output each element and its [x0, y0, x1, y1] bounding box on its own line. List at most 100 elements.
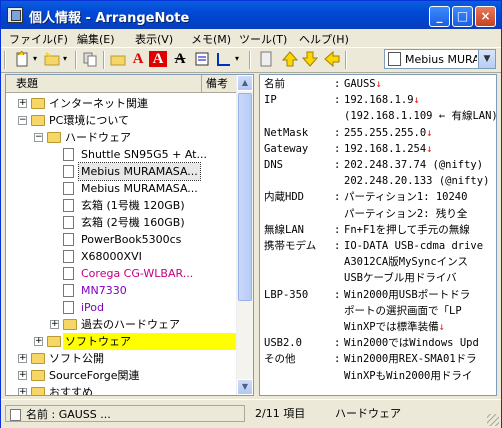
- menu-memo[interactable]: メモ(M): [191, 31, 231, 47]
- note-icon: [388, 52, 401, 66]
- detail-key: USB2.0: [264, 337, 302, 350]
- detail-value-text: Win2000ではWindows Upd: [344, 337, 479, 350]
- page-icon[interactable]: [257, 51, 275, 67]
- copy-icon[interactable]: [81, 51, 99, 67]
- down-arrow-icon[interactable]: [301, 51, 319, 67]
- folder-icon: [31, 98, 45, 109]
- title-bar[interactable]: 個人情報 - ArrangeNote _ □ ×: [1, 1, 501, 29]
- detail-key: その他: [264, 353, 296, 366]
- scroll-thumb[interactable]: [238, 93, 252, 301]
- menu-bar: ファイル(F) 編集(E) 表示(V) メモ(M) ツール(T) ヘルプ(H): [1, 29, 501, 47]
- expand-icon[interactable]: +: [18, 99, 27, 108]
- tree-item[interactable]: MN7330: [6, 282, 239, 299]
- scroll-down-button[interactable]: ▼: [237, 379, 253, 395]
- detail-row: 名前: GAUSS↓: [264, 77, 496, 92]
- strikethrough-icon[interactable]: A: [171, 51, 189, 67]
- menu-help[interactable]: ヘルプ(H): [299, 31, 349, 47]
- tree-item[interactable]: + ソフト公開: [6, 350, 239, 367]
- document-icon[interactable]: [193, 51, 211, 67]
- tree-item[interactable]: + SourceForge関連: [6, 367, 239, 384]
- detail-value-text: パーティション1: 10240: [344, 191, 468, 204]
- tree-item[interactable]: Mebius MURAMASA...: [6, 180, 239, 197]
- detail-value-text: WinXPもWin2000用ドライ: [344, 369, 473, 382]
- maximize-button[interactable]: □: [452, 6, 473, 27]
- detail-value-text: Win2000用USBポートドラ: [344, 288, 471, 301]
- detail-colon: :: [334, 159, 341, 171]
- tree-item[interactable]: Shuttle SN95G5 + At...: [6, 146, 239, 163]
- tree-item[interactable]: + 過去のハードウェア: [6, 316, 239, 333]
- new-note-icon[interactable]: [13, 50, 31, 67]
- font-red-icon[interactable]: A: [129, 51, 147, 67]
- menu-tools[interactable]: ツール(T): [239, 31, 287, 47]
- tree-item[interactable]: − PC環境について: [6, 112, 239, 129]
- tree-item[interactable]: 玄箱 (1号機 120GB): [6, 197, 239, 214]
- toolbar-grip: [4, 51, 6, 69]
- expand-icon[interactable]: +: [50, 320, 59, 329]
- tree-item[interactable]: iPod: [6, 299, 239, 316]
- detail-value-text: 192.168.1.254: [344, 142, 427, 155]
- expand-icon[interactable]: +: [18, 354, 27, 363]
- collapse-icon[interactable]: −: [18, 116, 27, 125]
- new-folder-dropdown[interactable]: ▾: [61, 51, 69, 67]
- tree-item-label: iPod: [81, 301, 105, 314]
- detail-colon: :: [334, 240, 341, 252]
- new-folder-icon[interactable]: [43, 51, 61, 67]
- tree-scrollbar[interactable]: ▲ ▼: [236, 75, 253, 395]
- tree-item-label: ソフトウェア: [63, 333, 241, 350]
- tree-item-label: Mebius MURAMASA...: [81, 182, 198, 195]
- new-note-dropdown[interactable]: ▾: [31, 51, 39, 67]
- tree-item[interactable]: + ソフトウェア: [6, 333, 241, 350]
- detail-value: パーティション2: 残り全: [344, 207, 467, 222]
- close-button[interactable]: ×: [475, 6, 496, 27]
- tree-item-label: X68000XVI: [81, 250, 142, 263]
- menu-view[interactable]: 表示(V): [135, 31, 173, 47]
- tree-item[interactable]: Corega CG-WLBAR...: [6, 265, 239, 282]
- menu-edit[interactable]: 編集(E): [77, 31, 115, 47]
- chevron-down-icon[interactable]: ▼: [478, 50, 495, 68]
- back-arrow-icon[interactable]: [323, 50, 341, 68]
- document-icon: [10, 409, 21, 421]
- folder-icon: [63, 319, 77, 330]
- tree-item[interactable]: PowerBook5300cs: [6, 231, 239, 248]
- status-name-panel: 名前 : GAUSS ...: [5, 405, 245, 422]
- detail-key: 携帯モデム: [264, 240, 317, 252]
- status-bar: 名前 : GAUSS ... 2/11 項目 ハードウェア: [1, 399, 501, 428]
- tree-item[interactable]: + おすすめ: [6, 384, 239, 395]
- expand-icon[interactable]: +: [34, 337, 43, 346]
- collapse-icon[interactable]: −: [34, 133, 43, 142]
- tree-pane[interactable]: 表題 備考 + インターネット関連 − PC環境について − ハードウェア Shuttle …: [5, 74, 254, 396]
- resize-grip[interactable]: [487, 414, 499, 426]
- detail-pane[interactable]: 名前: GAUSS↓ IP:192.168.1.9↓ (192.168.1.109 ←…: [259, 74, 497, 396]
- app-icon[interactable]: [7, 7, 23, 23]
- up-arrow-icon[interactable]: [281, 51, 299, 67]
- tree-item[interactable]: 玄箱 (2号機 160GB): [6, 214, 239, 231]
- tree-item[interactable]: − ハードウェア: [6, 129, 239, 146]
- column-header-title[interactable]: 表題: [6, 75, 202, 93]
- note-selector[interactable]: Mebius MURA... ▼: [384, 49, 496, 69]
- tree-item-label: 玄箱 (1号機 120GB): [81, 199, 185, 212]
- tree-item[interactable]: Mebius MURAMASA...: [6, 162, 239, 181]
- detail-value: GAUSS↓: [344, 77, 382, 92]
- chart-dropdown[interactable]: ▾: [233, 51, 241, 67]
- column-header-notes[interactable]: 備考: [202, 75, 239, 93]
- scroll-up-button[interactable]: ▲: [237, 75, 253, 91]
- font-red-bg-icon[interactable]: A: [149, 51, 167, 67]
- menu-file[interactable]: ファイル(F): [9, 31, 68, 47]
- detail-value: 202.248.37.74 (@nifty): [344, 158, 483, 173]
- open-folder-icon[interactable]: [109, 51, 127, 67]
- tree-item-label: 玄箱 (2号機 160GB): [81, 216, 185, 229]
- toolbar-separator: [249, 51, 251, 69]
- detail-value: (192.168.1.109 ← 有線LAN): [344, 109, 496, 124]
- expand-icon[interactable]: +: [18, 388, 27, 395]
- expand-icon[interactable]: +: [18, 371, 27, 380]
- detail-row: ポートの選択画面で「LP: [264, 304, 496, 319]
- detail-row: NetMask:255.255.255.0↓: [264, 126, 496, 141]
- chart-icon[interactable]: [215, 51, 233, 67]
- tree-item[interactable]: + インターネット関連: [6, 95, 239, 112]
- tree-item[interactable]: X68000XVI: [6, 248, 239, 265]
- minimize-button[interactable]: _: [429, 6, 450, 27]
- tree-item-label: SourceForge関連: [49, 369, 140, 382]
- status-count: 2/11 項目: [255, 407, 306, 420]
- detail-value: Win2000ではWindows Upd: [344, 336, 479, 351]
- tree-item-label: ハードウェア: [65, 131, 131, 144]
